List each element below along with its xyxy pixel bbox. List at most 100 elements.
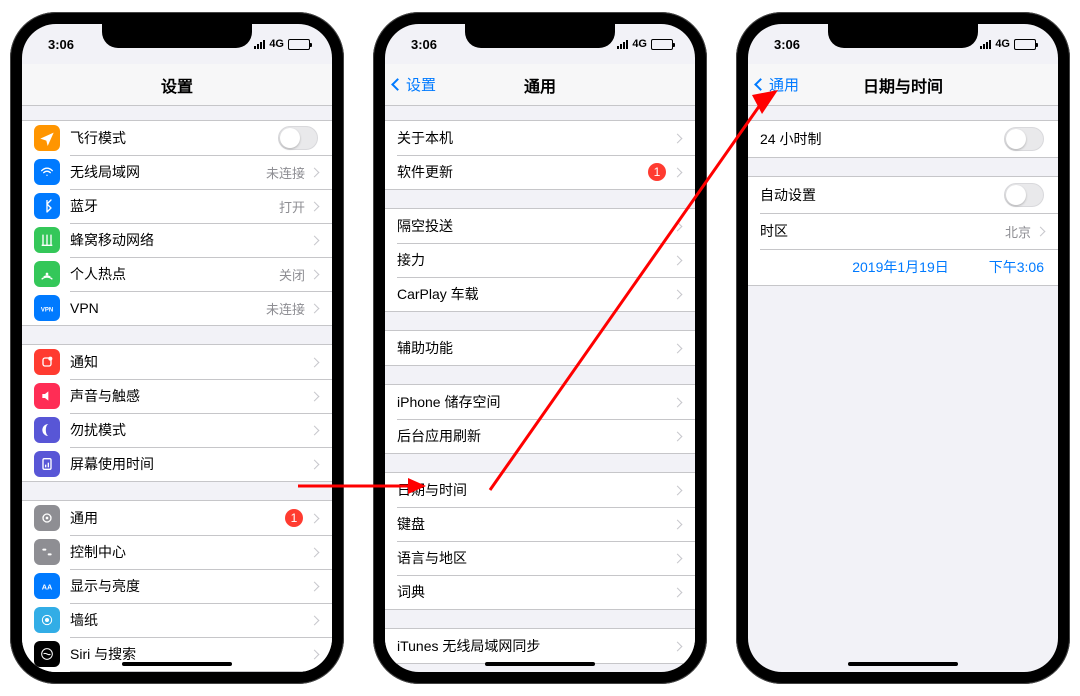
chevron-right-icon <box>310 201 320 211</box>
row-label: 后台应用刷新 <box>397 426 674 446</box>
list-row[interactable]: VPNVPN未连接 <box>22 291 332 325</box>
chevron-right-icon <box>673 255 683 265</box>
list-group: 飞行模式无线局域网未连接蓝牙打开蜂窝移动网络个人热点关闭VPNVPN未连接 <box>22 120 332 326</box>
list-row[interactable]: 键盘 <box>385 507 695 541</box>
list-group: 辅助功能 <box>385 330 695 366</box>
list-row[interactable]: 24 小时制 <box>748 121 1058 157</box>
general-icon <box>34 505 60 531</box>
row-label: 关于本机 <box>397 128 674 148</box>
list-row[interactable]: 声音与触感 <box>22 379 332 413</box>
datetime-list[interactable]: 24 小时制自动设置时区北京 2019年1月19日 下午3:06 <box>748 106 1058 672</box>
list-row[interactable]: AA显示与亮度 <box>22 569 332 603</box>
list-row[interactable]: CarPlay 车载 <box>385 277 695 311</box>
page-title: 日期与时间 <box>863 73 943 97</box>
list-row[interactable]: 勿扰模式 <box>22 413 332 447</box>
toggle-switch[interactable] <box>1004 127 1044 151</box>
list-row[interactable]: 墙纸 <box>22 603 332 637</box>
row-label: iPhone 储存空间 <box>397 392 674 412</box>
list-row[interactable]: iPhone 储存空间 <box>385 385 695 419</box>
toggle-switch[interactable] <box>278 126 318 150</box>
back-label: 设置 <box>406 74 436 95</box>
signal-icon <box>980 40 991 49</box>
list-row[interactable]: 时区北京 <box>748 213 1058 249</box>
list-row[interactable]: 通知 <box>22 345 332 379</box>
status-time: 3:06 <box>411 37 437 52</box>
wifi-icon <box>34 159 60 185</box>
chevron-right-icon <box>673 397 683 407</box>
row-label: 日期与时间 <box>397 480 674 500</box>
nav-bar: 设置 通用 <box>385 64 695 106</box>
list-group: 隔空投送接力CarPlay 车载 <box>385 208 695 312</box>
phone-datetime: 3:06 4G 通用 日期与时间 24 小时制自动设置时区北京2019年1月19… <box>736 12 1070 684</box>
list-group: 通知声音与触感勿扰模式屏幕使用时间 <box>22 344 332 482</box>
time-value[interactable]: 下午3:06 <box>989 257 1044 277</box>
list-row[interactable]: 日期与时间 <box>385 473 695 507</box>
chevron-right-icon <box>310 547 320 557</box>
toggle-switch[interactable] <box>1004 183 1044 207</box>
list-row[interactable]: 飞行模式 <box>22 121 332 155</box>
chevron-right-icon <box>310 357 320 367</box>
siri-icon <box>34 641 60 667</box>
back-button[interactable]: 设置 <box>393 74 436 95</box>
list-row[interactable]: 辅助功能 <box>385 331 695 365</box>
list-row[interactable]: 控制中心 <box>22 535 332 569</box>
signal-icon <box>254 40 265 49</box>
chevron-right-icon <box>310 615 320 625</box>
home-indicator[interactable] <box>485 662 595 666</box>
row-detail: 未连接 <box>266 299 305 318</box>
list-row[interactable]: 关于本机 <box>385 121 695 155</box>
row-label: 墙纸 <box>70 610 311 630</box>
list-row[interactable]: 蓝牙打开 <box>22 189 332 223</box>
row-label: 语言与地区 <box>397 548 674 568</box>
chevron-left-icon <box>391 78 404 91</box>
list-row[interactable]: 个人热点关闭 <box>22 257 332 291</box>
list-row[interactable]: iTunes 无线局域网同步 <box>385 629 695 663</box>
chevron-right-icon <box>310 303 320 313</box>
list-row[interactable]: 语言与地区 <box>385 541 695 575</box>
nav-bar: 设置 <box>22 64 332 106</box>
vpn-icon: VPN <box>34 295 60 321</box>
bluetooth-icon <box>34 193 60 219</box>
signal-icon <box>617 40 628 49</box>
list-row[interactable]: 面容 ID 与密码 <box>22 671 332 672</box>
back-button[interactable]: 通用 <box>756 74 799 95</box>
notch <box>465 24 615 48</box>
chevron-right-icon <box>673 519 683 529</box>
airplane-icon <box>34 125 60 151</box>
row-label: 隔空投送 <box>397 216 674 236</box>
list-group: 日期与时间键盘语言与地区词典 <box>385 472 695 610</box>
list-row[interactable]: 自动设置 <box>748 177 1058 213</box>
chevron-right-icon <box>673 587 683 597</box>
list-row[interactable]: 蜂窝移动网络 <box>22 223 332 257</box>
battery-icon <box>651 39 673 50</box>
row-label: 显示与亮度 <box>70 576 311 596</box>
list-row[interactable]: 无线局域网未连接 <box>22 155 332 189</box>
datetime-value-row[interactable]: 2019年1月19日 下午3:06 <box>748 249 1058 285</box>
status-time: 3:06 <box>48 37 74 52</box>
phone-settings: 3:06 4G 设置 飞行模式无线局域网未连接蓝牙打开蜂窝移动网络个人热点关闭V… <box>10 12 344 684</box>
back-label: 通用 <box>769 74 799 95</box>
row-label: 通知 <box>70 352 311 372</box>
list-row[interactable]: 词典 <box>385 575 695 609</box>
list-row[interactable]: 软件更新1 <box>385 155 695 189</box>
badge: 1 <box>285 509 303 527</box>
list-row[interactable]: 隔空投送 <box>385 209 695 243</box>
row-label: 控制中心 <box>70 542 311 562</box>
row-label: 飞行模式 <box>70 128 278 148</box>
status-network: 4G <box>632 38 647 50</box>
settings-list[interactable]: 飞行模式无线局域网未连接蓝牙打开蜂窝移动网络个人热点关闭VPNVPN未连接通知声… <box>22 106 332 672</box>
list-row[interactable]: 通用1 <box>22 501 332 535</box>
home-indicator[interactable] <box>122 662 232 666</box>
status-network: 4G <box>995 38 1010 50</box>
list-row[interactable]: 接力 <box>385 243 695 277</box>
list-group: iTunes 无线局域网同步 <box>385 628 695 664</box>
row-label: 辅助功能 <box>397 338 674 358</box>
row-detail: 未连接 <box>266 163 305 182</box>
list-row[interactable]: 屏幕使用时间 <box>22 447 332 481</box>
list-group: 自动设置时区北京 2019年1月19日 下午3:06 <box>748 176 1058 286</box>
general-list[interactable]: 关于本机软件更新1 隔空投送接力CarPlay 车载辅助功能 iPhone 储存空间… <box>385 106 695 672</box>
chevron-left-icon <box>754 78 767 91</box>
list-row[interactable]: 后台应用刷新 <box>385 419 695 453</box>
home-indicator[interactable] <box>848 662 958 666</box>
date-value[interactable]: 2019年1月19日 <box>852 257 949 277</box>
